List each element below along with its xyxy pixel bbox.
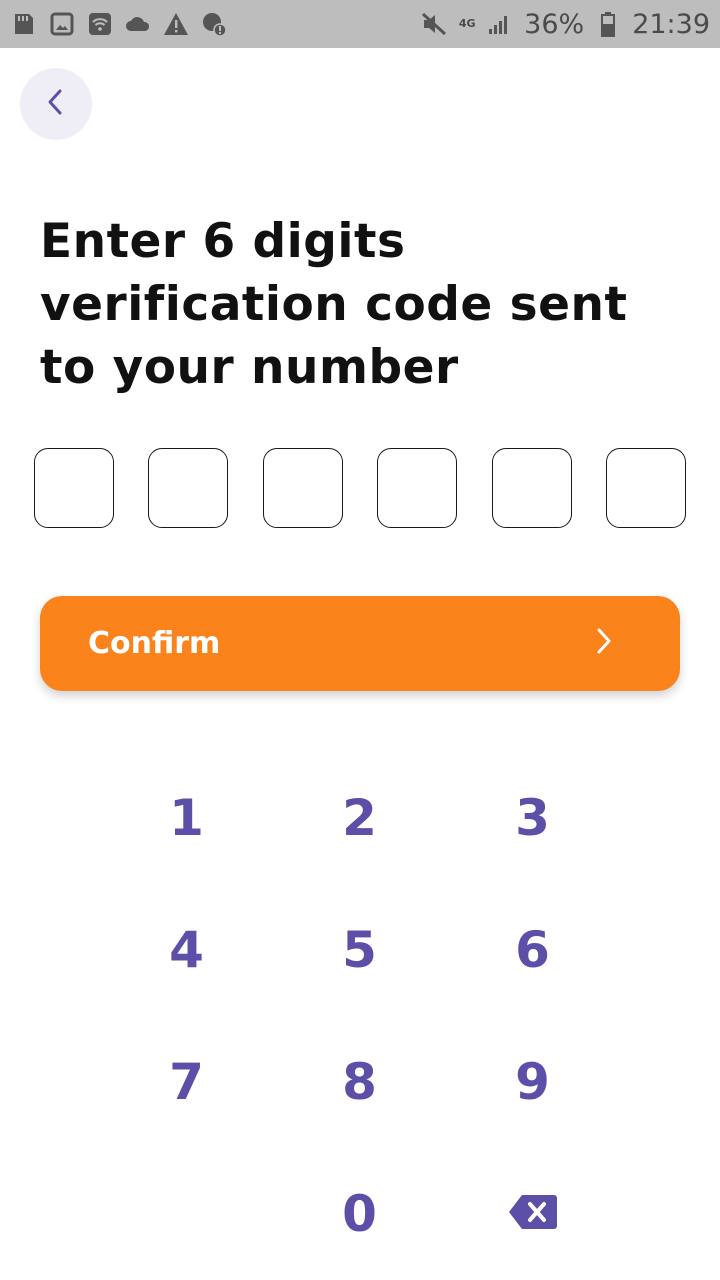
keypad-row: 1 2 3 <box>100 752 620 884</box>
code-digit-5[interactable] <box>491 448 572 528</box>
key-0[interactable]: 0 <box>273 1148 446 1280</box>
back-button[interactable] <box>20 68 92 140</box>
key-2[interactable]: 2 <box>273 752 446 884</box>
key-7[interactable]: 7 <box>100 1016 273 1148</box>
code-digit-4[interactable] <box>377 448 458 528</box>
page-title: Enter 6 digits verification code sent to… <box>40 214 628 395</box>
battery-percent: 36% <box>524 8 585 40</box>
warning-icon <box>162 10 190 38</box>
confirm-label: Confirm <box>88 626 221 661</box>
status-bar: 4G 36% 21:39 <box>0 0 720 48</box>
signal-icon <box>486 10 514 38</box>
key-8[interactable]: 8 <box>273 1016 446 1148</box>
code-digit-3[interactable] <box>262 448 343 528</box>
code-digit-1[interactable] <box>34 448 114 528</box>
key-3[interactable]: 3 <box>446 752 619 884</box>
mute-icon <box>420 10 448 38</box>
image-icon <box>48 10 76 38</box>
location-alert-icon <box>200 10 228 38</box>
keypad-row: 7 8 9 <box>100 1016 620 1148</box>
key-empty <box>100 1148 273 1280</box>
confirm-button[interactable]: Confirm <box>40 596 680 691</box>
chevron-right-icon <box>594 626 614 661</box>
key-9[interactable]: 9 <box>446 1016 619 1148</box>
network-type: 4G <box>458 17 476 30</box>
code-digit-2[interactable] <box>148 448 229 528</box>
status-icons-right: 4G 36% 21:39 <box>420 9 710 40</box>
keypad-row: 0 <box>100 1148 620 1280</box>
verification-code-inputs <box>34 448 686 528</box>
chevron-left-icon <box>44 87 68 122</box>
backspace-icon <box>508 1185 558 1243</box>
keypad-row: 4 5 6 <box>100 884 620 1016</box>
backspace-key[interactable] <box>446 1148 619 1280</box>
key-6[interactable]: 6 <box>446 884 619 1016</box>
wifi-icon <box>86 10 114 38</box>
clock: 21:39 <box>632 8 710 40</box>
code-digit-6[interactable] <box>605 448 686 528</box>
sd-card-icon <box>10 10 38 38</box>
key-4[interactable]: 4 <box>100 884 273 1016</box>
numeric-keypad: 1 2 3 4 5 6 7 8 9 0 <box>100 752 620 1280</box>
battery-icon <box>594 10 622 38</box>
key-5[interactable]: 5 <box>273 884 446 1016</box>
status-icons-left <box>10 10 228 38</box>
key-1[interactable]: 1 <box>100 752 273 884</box>
cloud-icon <box>124 10 152 38</box>
